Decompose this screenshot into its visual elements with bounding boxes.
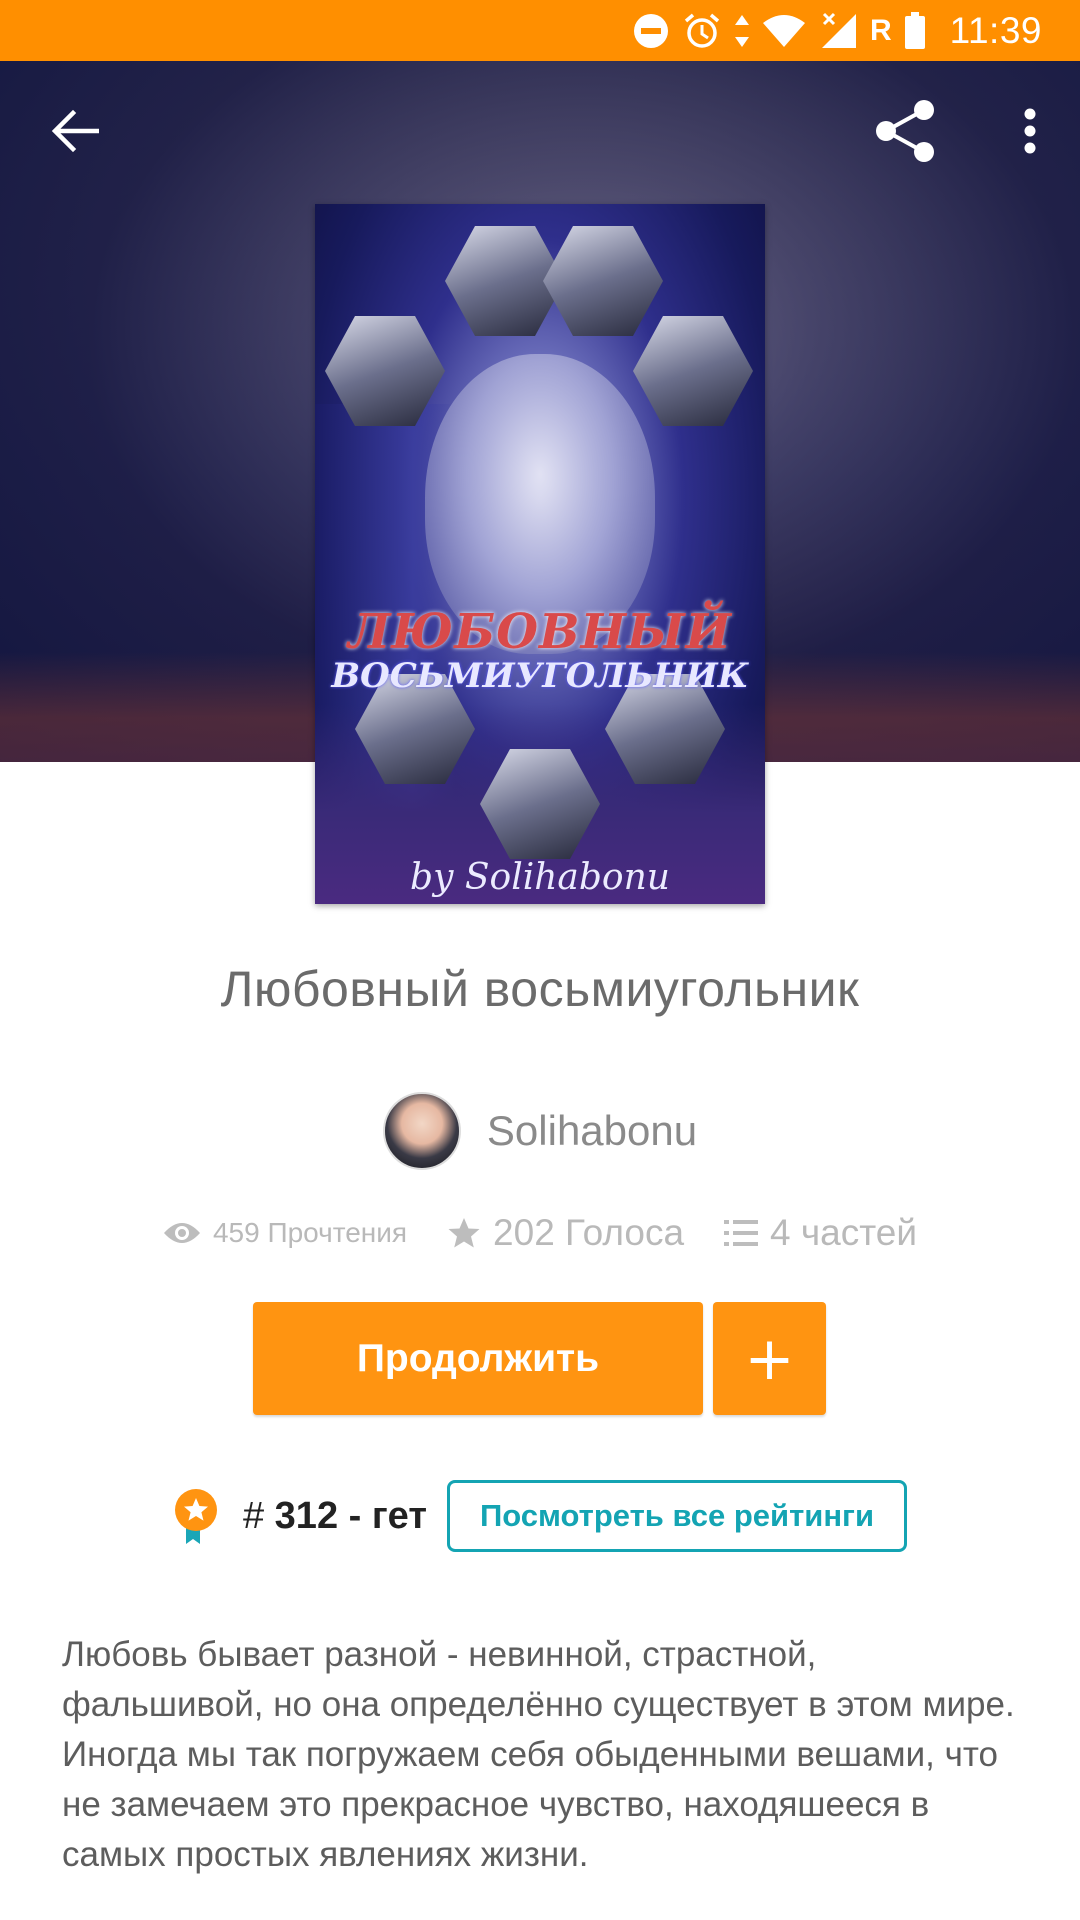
star-icon	[448, 1218, 480, 1248]
ranking-hash: #	[242, 1494, 265, 1537]
more-vertical-icon	[1024, 108, 1036, 154]
parts-stat: 4 частей	[724, 1212, 917, 1254]
author-name[interactable]: Solihabonu	[487, 1107, 697, 1155]
author-row[interactable]: Solihabonu	[0, 1092, 1080, 1170]
votes-stat: 202 Голоса	[447, 1212, 684, 1254]
cover-title-line2: ВОСЬМИУГОЛЬНИК	[331, 656, 749, 696]
plus-icon: +	[744, 1323, 795, 1394]
share-icon	[876, 100, 934, 162]
ranking-badge-icon	[174, 1489, 217, 1544]
book-title: Любовный восьмиугольник	[220, 961, 860, 1017]
more-options-button[interactable]	[1010, 96, 1050, 166]
add-to-library-button[interactable]: +	[713, 1302, 826, 1415]
wifi-icon	[762, 11, 806, 51]
do-not-disturb-icon	[632, 11, 670, 51]
status-bar: R 11:39	[0, 0, 1080, 61]
cover-author-signature: by Solihabonu	[410, 857, 670, 898]
ranking-tag: гет	[371, 1494, 427, 1537]
story-stats: 459 Прочтения 202 Голоса 4 частей	[0, 1212, 1080, 1254]
ranking-row: # 312 - гет Посмотреть все рейтинги	[0, 1480, 1080, 1552]
votes-count: 202 Голоса	[493, 1212, 685, 1253]
story-actions: Продолжить +	[253, 1302, 826, 1415]
ranking-label: # 312 - гет	[243, 1495, 427, 1538]
cover-art-hexagon	[543, 226, 663, 336]
cover-art-hexagon	[633, 316, 753, 426]
arrow-left-icon	[51, 109, 99, 153]
list-icon	[724, 1220, 759, 1246]
author-avatar[interactable]	[382, 1092, 461, 1170]
continue-reading-button[interactable]: Продолжить	[253, 1302, 703, 1415]
view-all-rankings-button[interactable]: Посмотреть все рейтинги	[446, 1480, 908, 1552]
back-button[interactable]	[40, 96, 110, 166]
reads-stat: 459 Прочтения	[163, 1217, 407, 1249]
share-button[interactable]	[870, 96, 940, 166]
data-arrows-icon	[734, 11, 750, 51]
signal-icon	[818, 11, 858, 51]
ranking-separator: -	[348, 1494, 362, 1537]
network-type-label: R	[869, 13, 892, 47]
book-cover-image: ЛЮБОВНЫЙ ВОСЬМИУГОЛЬНИК by Solihabonu	[315, 204, 765, 904]
ranking-number: 312	[274, 1494, 339, 1537]
toolbar	[0, 61, 1080, 201]
eye-icon	[163, 1223, 200, 1243]
clock: 11:39	[949, 9, 1042, 51]
story-description: Любовь бывает разной - невинной, страстн…	[62, 1635, 1015, 1874]
cover-title-line1: ЛЮБОВНЫЙ	[347, 604, 732, 660]
parts-count: 4 частей	[770, 1212, 918, 1253]
reads-count: 459 Прочтения	[212, 1217, 408, 1248]
story-details-screen: R 11:39 ЛЮБОВНЫЙ ВОСЬМИУГОЛЬНИК by Solih…	[0, 0, 1080, 1920]
alarm-icon	[682, 11, 722, 51]
battery-icon	[904, 11, 926, 51]
